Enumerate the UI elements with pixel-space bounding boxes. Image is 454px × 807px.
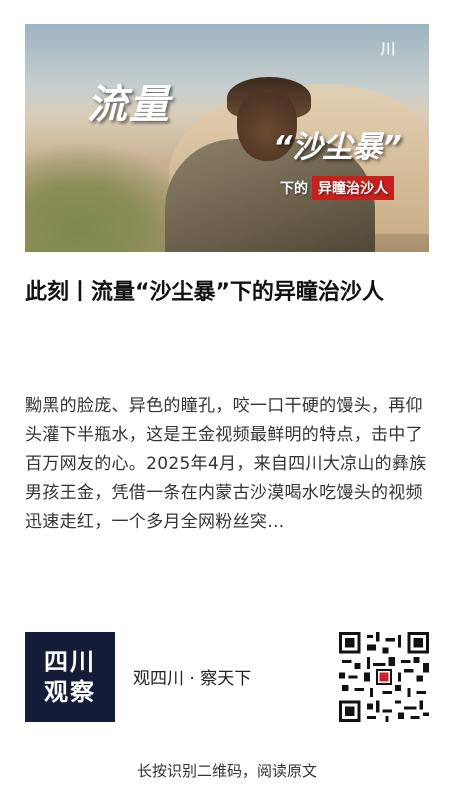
cover-subtitle-prefix: 下的 xyxy=(280,181,308,197)
brand-slogan: 观四川 · 察天下 xyxy=(133,669,252,689)
cover-subtitle-tag: 异瞳治沙人 xyxy=(312,176,394,200)
summary-fade xyxy=(0,540,454,600)
brand-logo: 四川 观察 xyxy=(25,632,115,722)
brand-logo-line1: 四川 xyxy=(44,648,96,676)
cover-title-line1: 流量 xyxy=(87,82,171,128)
article-cover-image[interactable]: 川 流量 “沙尘暴” 下的 异瞳治沙人 xyxy=(25,24,429,252)
brand-row: 四川 观察 观四川 · 察天下 xyxy=(25,632,429,722)
article-summary: 黝黑的脸庞、异色的瞳孔，咬一口干硬的馒头，再仰头灌下半瓶水，这是王金视频最鲜明的… xyxy=(25,396,427,532)
cover-logo-icon: 川 xyxy=(380,40,396,58)
cover-subtitle: 下的 异瞳治沙人 xyxy=(280,176,394,200)
qr-code-icon[interactable] xyxy=(339,632,429,722)
brand-logo-line2: 观察 xyxy=(44,678,96,706)
read-original-hint: 长按识别二维码，阅读原文 xyxy=(136,762,317,780)
article-title[interactable]: 此刻丨流量“沙尘暴”下的异瞳治沙人 xyxy=(25,276,429,309)
cover-title-line2: “沙尘暴” xyxy=(273,130,402,165)
